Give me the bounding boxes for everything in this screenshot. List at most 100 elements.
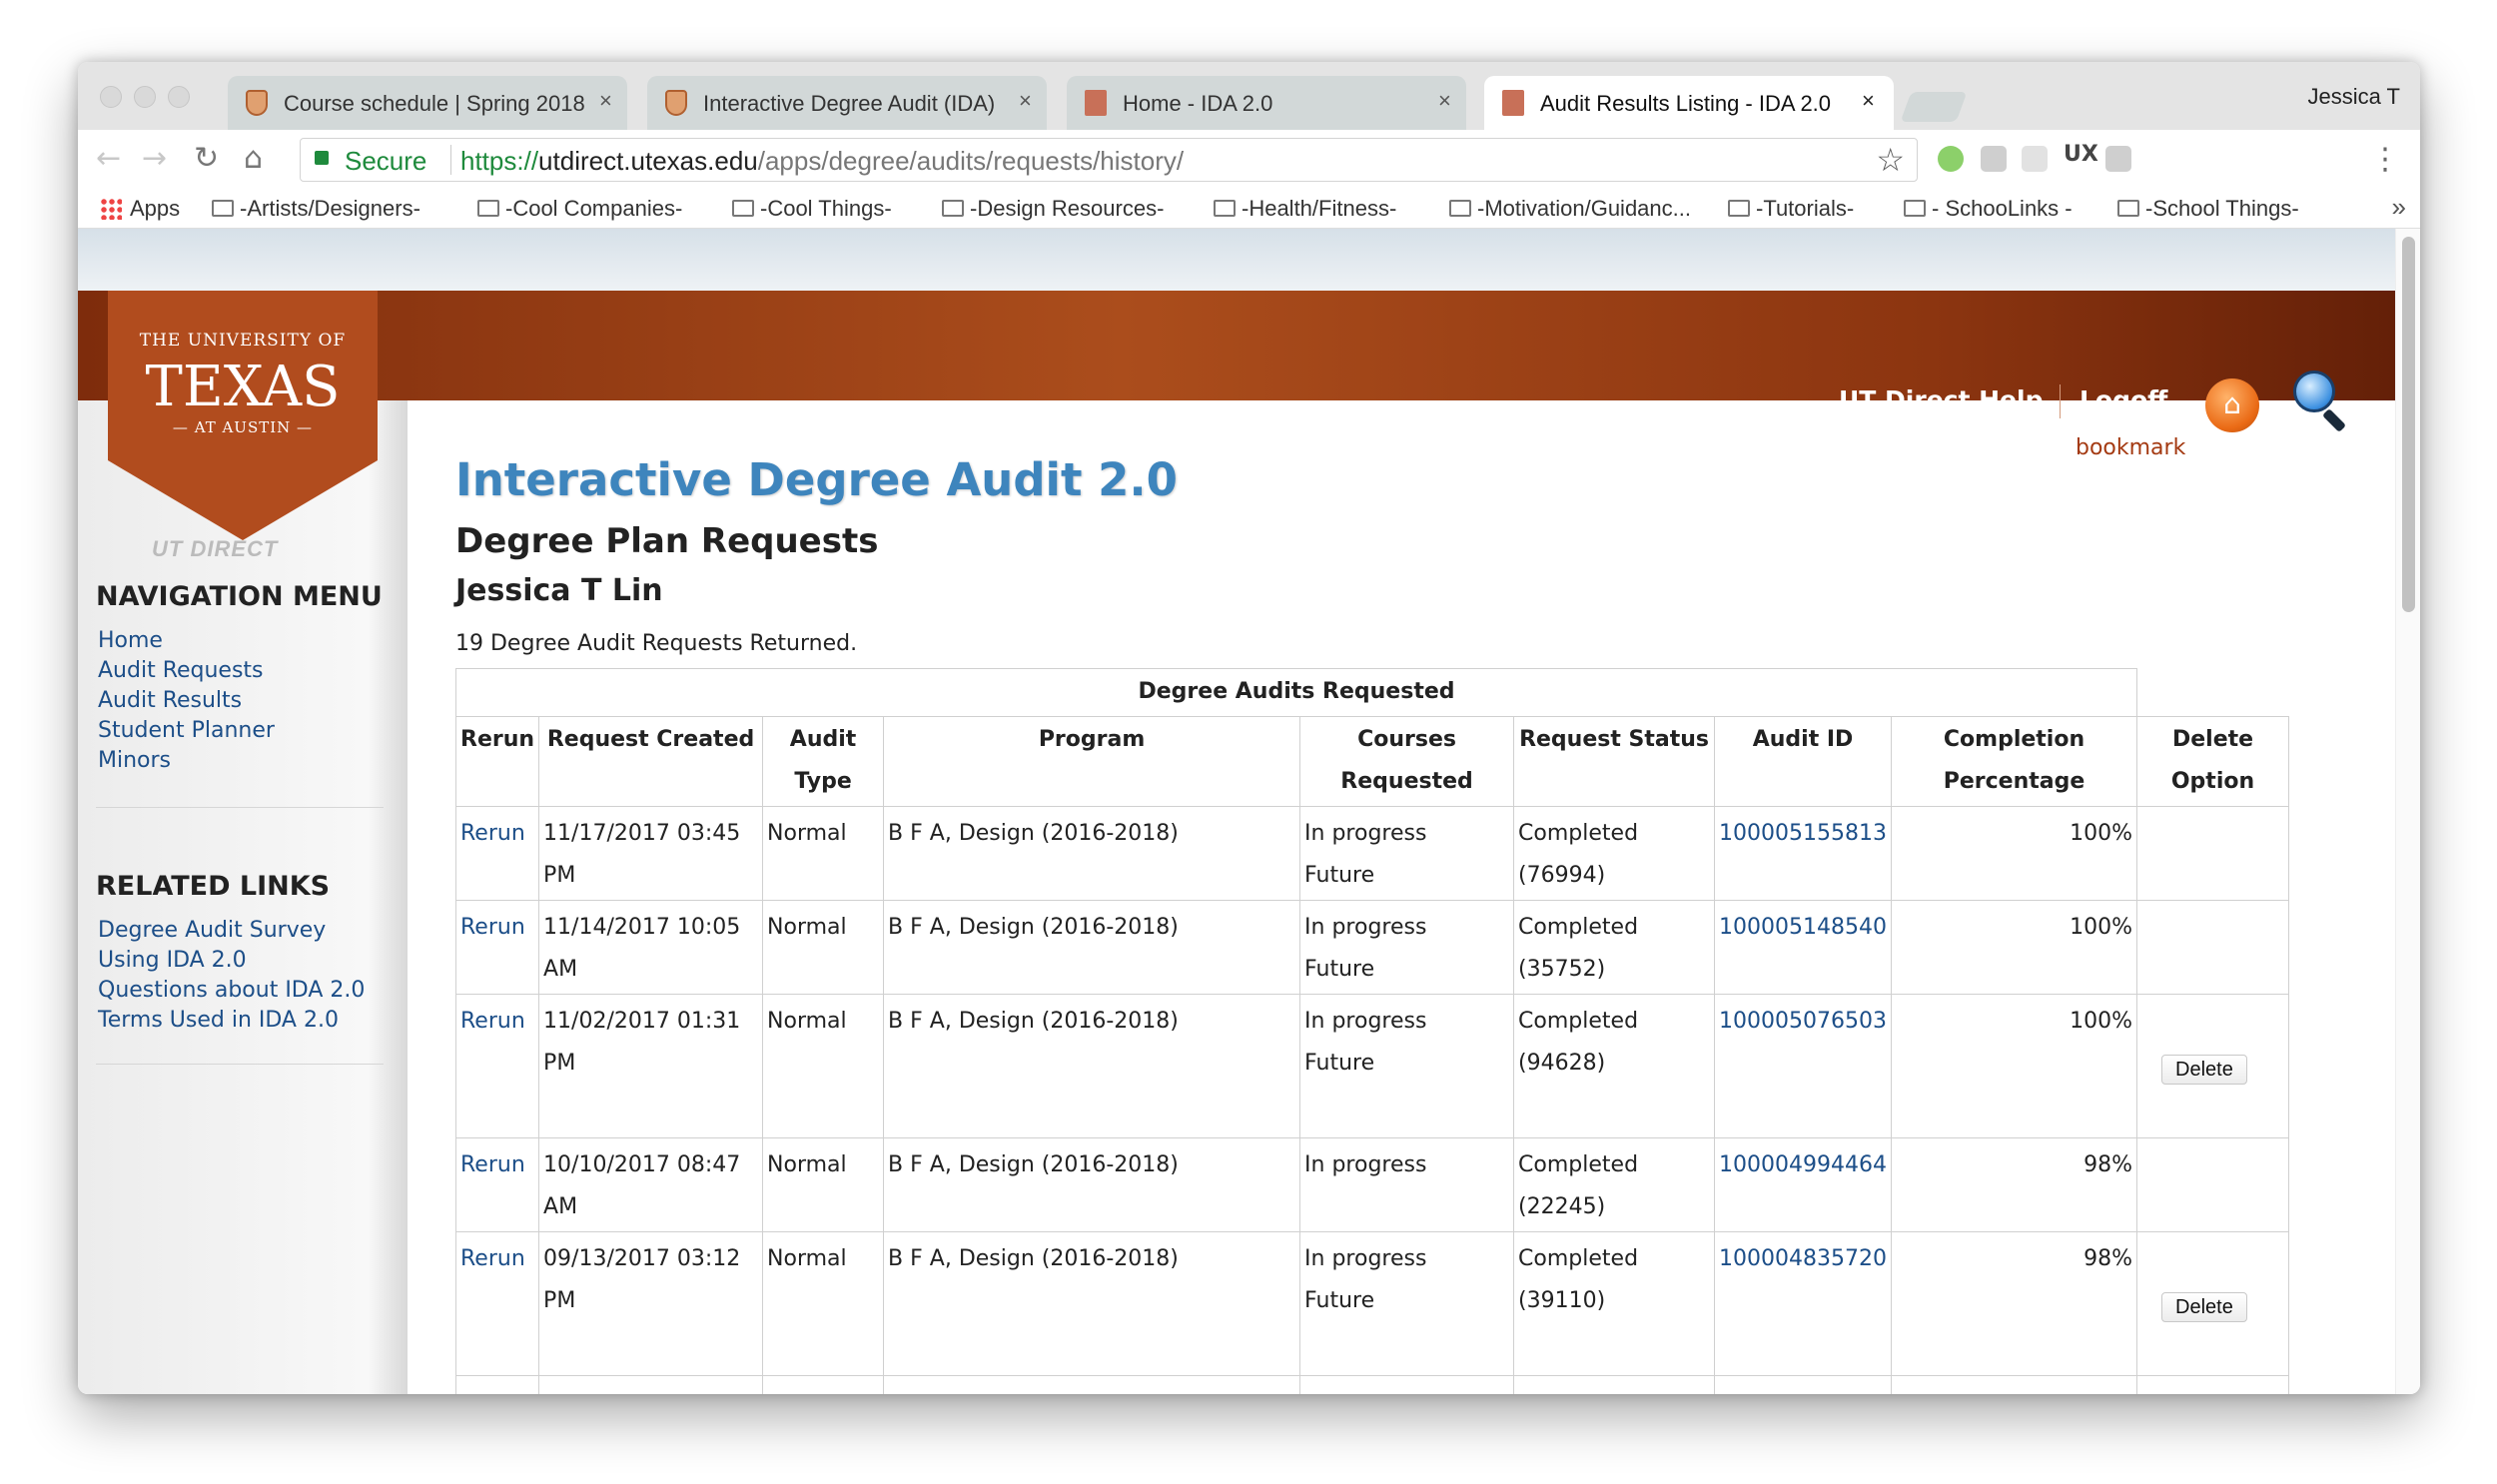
page-subtitle: Degree Plan Requests [455, 521, 879, 561]
request-count: 19 Degree Audit Requests Returned. [455, 631, 858, 656]
col-header-audit-id: Audit ID [1714, 716, 1893, 807]
browser-tab[interactable]: Interactive Degree Audit (IDA) × [647, 76, 1047, 130]
table-row: Rerun 11/17/2017 03:45 PM Normal B F A, D… [454, 806, 2290, 901]
related-terms-link[interactable]: Terms Used in IDA 2.0 [98, 1008, 339, 1033]
table-caption: Degree Audits Requested [454, 668, 2138, 717]
address-bar[interactable]: Secure https://utdirect.utexas.edu/apps/… [300, 138, 1918, 182]
bookmark-link[interactable]: bookmark [2076, 435, 2185, 460]
col-header-rerun: Rerun [454, 716, 540, 807]
delete-button[interactable]: Delete [2161, 1292, 2247, 1322]
col-header-request-created: Request Created [538, 716, 764, 807]
table-row: Rerun 11/02/2017 01:31 PM Normal B F A, D… [454, 994, 2290, 1138]
home-icon[interactable]: ⌂ [2205, 378, 2259, 432]
nav-minors-link[interactable]: Minors [98, 748, 171, 773]
browser-tab[interactable]: Home - IDA 2.0 × [1067, 76, 1466, 130]
browser-tab[interactable]: Course schedule | Spring 2018 × [228, 76, 627, 130]
bookmark-star-icon[interactable]: ☆ [1876, 141, 1905, 179]
ut-direct-help-link[interactable]: UT Direct Help [1839, 385, 2043, 414]
folder-icon [212, 200, 234, 217]
bookmark-folder[interactable]: -Tutorials- [1728, 196, 1854, 222]
close-tab-button[interactable]: × [1019, 88, 1032, 114]
secure-label: Secure [345, 146, 427, 176]
bookmark-folder[interactable]: -Artists/Designers- [212, 196, 420, 222]
rerun-link[interactable]: Rerun [460, 1152, 525, 1177]
close-tab-button[interactable]: × [599, 88, 612, 114]
tab-title: Interactive Degree Audit (IDA) [703, 91, 996, 116]
bookmark-folder[interactable]: -Design Resources- [942, 196, 1164, 222]
tab-title: Audit Results Listing - IDA 2.0 [1540, 91, 1832, 116]
lock-icon [315, 151, 329, 165]
folder-icon [942, 200, 964, 217]
nav-audit-requests-link[interactable]: Audit Requests [98, 658, 264, 683]
close-window-button[interactable] [100, 86, 122, 108]
bookmark-folder[interactable]: -Motivation/Guidanc... [1449, 196, 1691, 222]
bookmark-apps[interactable]: Apps [100, 196, 180, 222]
folder-icon [1214, 200, 1236, 217]
url-text[interactable]: https://utdirect.utexas.edu/apps/degree/… [460, 146, 1184, 177]
rerun-link[interactable]: Rerun [460, 1009, 525, 1034]
close-tab-button[interactable]: × [1862, 88, 1875, 114]
rerun-link[interactable]: Rerun [460, 1246, 525, 1271]
bookmark-folder[interactable]: - SchooLinks - [1904, 196, 2073, 222]
minimize-window-button[interactable] [134, 86, 156, 108]
related-questions-link[interactable]: Questions about IDA 2.0 [98, 978, 365, 1003]
delete-button[interactable]: Delete [2161, 1055, 2247, 1085]
new-tab-button[interactable] [1900, 92, 1968, 122]
rerun-link[interactable]: Rerun [460, 915, 525, 940]
extension-icon[interactable] [2105, 146, 2131, 172]
back-button[interactable]: ← [96, 142, 121, 176]
maximize-window-button[interactable] [168, 86, 190, 108]
extension-ux-icon[interactable]: UX [2064, 142, 2098, 168]
nav-audit-results-link[interactable]: Audit Results [98, 688, 242, 713]
profile-name[interactable]: Jessica T [2307, 84, 2400, 110]
extension-icon[interactable] [1981, 146, 2007, 172]
page-scrollbar[interactable] [2395, 229, 2420, 1394]
related-survey-link[interactable]: Degree Audit Survey [98, 918, 326, 943]
site-header: UT Direct Help Logoff ⌂ [78, 291, 2395, 433]
folder-icon [732, 200, 754, 217]
col-header-program: Program [883, 716, 1301, 807]
bookmark-folder[interactable]: -School Things- [2117, 196, 2299, 222]
folder-icon [477, 200, 499, 217]
tab-title: Course schedule | Spring 2018 [284, 91, 585, 116]
audit-requests-table: Degree Audits Requested Rerun Request Cr… [454, 668, 2290, 1394]
nav-home-link[interactable]: Home [98, 628, 163, 653]
forward-button[interactable]: → [142, 142, 167, 176]
close-tab-button[interactable]: × [1438, 88, 1451, 114]
table-row [454, 1375, 2290, 1394]
col-header-request-status: Request Status [1513, 716, 1716, 807]
audit-id-link[interactable]: 100005148540 [1719, 915, 1887, 940]
related-using-ida-link[interactable]: Using IDA 2.0 [98, 948, 247, 973]
logoff-link[interactable]: Logoff [2080, 385, 2167, 414]
rerun-link[interactable]: Rerun [460, 821, 525, 846]
bookmark-folder[interactable]: -Cool Companies- [477, 196, 682, 222]
browser-window: Course schedule | Spring 2018 × Interact… [78, 62, 2420, 1394]
ut-tower-icon [1085, 90, 1107, 116]
scrollbar-thumb[interactable] [2402, 237, 2415, 612]
reload-button[interactable]: ↻ [194, 142, 219, 176]
extension-grid-icon[interactable] [2022, 146, 2048, 172]
tab-strip: Course schedule | Spring 2018 × Interact… [78, 62, 2420, 130]
bookmarks-overflow-button[interactable]: » [2392, 192, 2406, 223]
bookmark-folder[interactable]: -Health/Fitness- [1214, 196, 1396, 222]
home-button[interactable]: ⌂ [244, 142, 263, 176]
related-links-title: RELATED LINKS [96, 871, 331, 902]
ut-shield-icon [665, 90, 687, 116]
audit-id-link[interactable]: 100005076503 [1719, 1009, 1887, 1034]
col-header-completion: Completion Percentage [1891, 716, 2138, 807]
col-header-audit-type: Audit Type [762, 716, 885, 807]
table-row: Rerun 11/14/2017 10:05 AM Normal B F A, D… [454, 900, 2290, 995]
active-browser-tab[interactable]: Audit Results Listing - IDA 2.0 × [1484, 76, 1894, 130]
audit-id-link[interactable]: 100004994464 [1719, 1152, 1887, 1177]
col-header-delete: Delete Option [2136, 716, 2290, 807]
extension-green-icon[interactable] [1938, 146, 1964, 172]
audit-id-link[interactable]: 100005155813 [1719, 821, 1887, 846]
search-icon[interactable] [2293, 371, 2353, 433]
apps-grid-icon [100, 198, 122, 220]
nav-student-planner-link[interactable]: Student Planner [98, 718, 275, 743]
bookmark-folder[interactable]: -Cool Things- [732, 196, 892, 222]
ut-tower-icon [1502, 90, 1524, 116]
browser-menu-icon[interactable]: ⋮ [2370, 142, 2400, 177]
tab-title: Home - IDA 2.0 [1123, 91, 1273, 116]
audit-id-link[interactable]: 100004835720 [1719, 1246, 1887, 1271]
